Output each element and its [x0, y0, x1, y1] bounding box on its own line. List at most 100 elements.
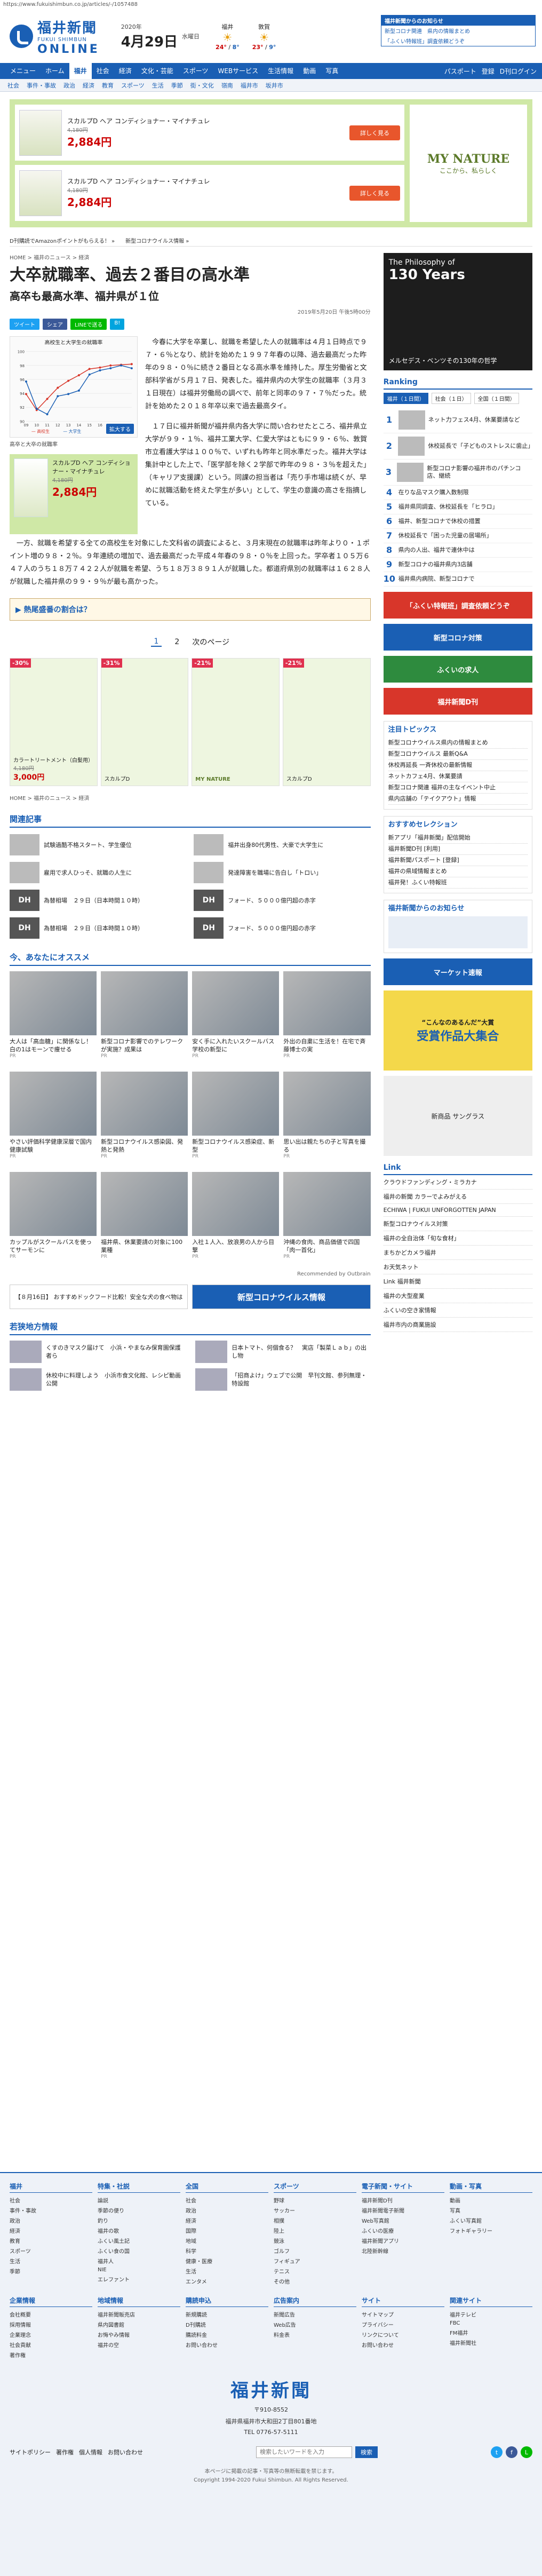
footer-search-input[interactable] [256, 2446, 352, 2458]
footer-column-link[interactable]: 福井新聞販売店 [98, 2309, 180, 2319]
related-item[interactable]: 発達障害を職場に告白し「トロい」 [194, 861, 370, 884]
site-logo[interactable]: 福井新聞 FUKUI SHIMBUN ONLINE [10, 17, 100, 56]
topics-link[interactable]: 休校再延長 一斉休校の最新情報 [388, 760, 528, 771]
footer-column-link[interactable]: 新聞広告 [274, 2309, 356, 2319]
nav-menu[interactable]: メニュー [5, 63, 41, 79]
footer-column-link[interactable]: 動画 [450, 2195, 532, 2205]
recommend-item[interactable]: 沖縄の食肉、商品価値で四国「肉一首化」 PR [283, 1172, 371, 1268]
footer-column-link[interactable]: テニス [274, 2266, 356, 2276]
subnav-item[interactable]: スポーツ [121, 81, 145, 90]
footer-column-title[interactable]: 購読申込 [186, 2296, 268, 2307]
dogfood-banner[interactable]: 【８月16日】 おすすめドックフード比較！安全な犬の食べ物は [10, 1285, 188, 1309]
footer-column-link[interactable]: ふくい風土記 [98, 2236, 180, 2246]
external-link[interactable]: クラウドファンディング・ミラカナ [383, 1175, 532, 1190]
footer-column-link[interactable]: 福井の歌 [98, 2225, 180, 2236]
grid-ad-item[interactable]: -30% カラートリートメント（白髪用） 4,180円 3,000円 [10, 658, 98, 786]
footer-column-title[interactable]: 特集・社説 [98, 2182, 180, 2193]
nav-video[interactable]: 動画 [298, 63, 321, 79]
hatena-bookmark-button[interactable]: B! [110, 319, 125, 330]
footer-column-link[interactable]: 社会 [10, 2195, 92, 2205]
footer-column-link[interactable]: その他 [274, 2276, 356, 2286]
twitter-icon[interactable]: t [491, 2446, 503, 2458]
footer-column-link[interactable]: 競泳 [274, 2236, 356, 2246]
footer-column-title[interactable]: 広告案内 [274, 2296, 356, 2307]
footer-link[interactable]: サイトポリシー [10, 2448, 51, 2456]
footer-column-link[interactable]: 福井テレビ [450, 2309, 532, 2319]
subnav-item[interactable]: 嶺南 [221, 81, 233, 90]
reco-link[interactable]: 福井発！ふくい特報班 [388, 877, 528, 889]
topics-link[interactable]: 新型コロナ関連 福井の主なイベント中止 [388, 782, 528, 794]
related-item[interactable]: DH フォード、５０００億円超の赤字 [194, 916, 370, 940]
footer-column-link[interactable]: 採用情報 [10, 2319, 92, 2329]
sidebar-notice-banner[interactable]: 「ふくい特報班」調査依頼どうぞ [383, 592, 532, 619]
footer-column-link[interactable]: 科学 [186, 2246, 268, 2256]
footer-column-link[interactable]: プライバシー [362, 2319, 444, 2329]
footer-column-link[interactable]: ふくい写真館 [450, 2215, 532, 2225]
topics-link[interactable]: 新型コロナウイルス県内の情報まとめ [388, 738, 528, 749]
footer-column-link[interactable]: 企業理念 [10, 2329, 92, 2340]
footer-column-link[interactable]: 国際 [186, 2225, 268, 2236]
latest-item[interactable]: 「招商よけ」ウェブで公開 早刊文館、参列無理・特設館 [195, 1368, 370, 1391]
external-link[interactable]: お天気ネット [383, 1260, 532, 1274]
top-ad-banner[interactable]: スカルプD ヘア コンディショナー・マイナチュレ 4,180円 2,884円 詳… [10, 99, 532, 227]
related-item[interactable]: 福井出身80代男性、大豪で大学生に [194, 833, 370, 857]
recommend-item[interactable]: 大人は「高血糖」に関係なし！白の1はモーンで痩せる PR [10, 971, 97, 1067]
ranking-item[interactable]: 2 休校延長で「子どものストレスに歯止」 [383, 433, 533, 459]
footer-column-title[interactable]: 企業情報 [10, 2296, 92, 2307]
sidebar-ad-mercedes[interactable]: The Philosophy of 130 Years メルセデス・ベンツその1… [383, 253, 532, 370]
award-banner[interactable]: “こんなのあるんだ”大賞 受賞作品大集合 [383, 990, 532, 1071]
corona-info-banner[interactable]: 新型コロナウイルス情報 [192, 1285, 371, 1309]
footer-column-link[interactable]: サイトマップ [362, 2309, 444, 2319]
ranking-item[interactable]: 8 県内の人出、福井で連休中は [383, 543, 532, 558]
ranking-item[interactable]: 4 在りな品マスク購入数制限 [383, 486, 532, 500]
related-question-box[interactable]: ▶ 熱尾盛番の割合は？ [10, 598, 371, 621]
footer-column-title[interactable]: 福井 [10, 2182, 92, 2193]
dkan-login-link[interactable]: D刊ログイン [500, 67, 537, 76]
breadcrumb-item[interactable]: 経済 [78, 796, 89, 802]
related-item[interactable]: 試験過酷不格スタート、学生優位 [10, 833, 186, 857]
subnav-item[interactable]: 事件・事故 [27, 81, 56, 90]
ranking-item[interactable]: 3 新型コロナ影響の福井市のパチンコ店、継続 [383, 459, 532, 486]
footer-column-link[interactable]: 教育 [10, 2236, 92, 2246]
breadcrumb-item[interactable]: HOME [10, 796, 26, 802]
reco-link[interactable]: 福井新聞パスポート [登録] [388, 855, 528, 866]
footer-column-link[interactable]: 釣り [98, 2215, 180, 2225]
url-bar[interactable]: https://www.fukuishimbun.co.jp/articles/… [0, 0, 542, 10]
external-link[interactable]: 福井市内の商業施設 [383, 1318, 532, 1332]
footer-column-link[interactable]: NIE [98, 2266, 180, 2274]
nav-photo[interactable]: 写真 [321, 63, 343, 79]
footer-search-button[interactable]: 検索 [355, 2446, 378, 2458]
footer-column-link[interactable]: 写真 [450, 2205, 532, 2215]
footer-column-link[interactable]: 福井新聞D刊 [362, 2195, 444, 2205]
footer-column-link[interactable]: Web広告 [274, 2319, 356, 2329]
footer-column-link[interactable]: 季節 [10, 2266, 92, 2276]
nav-society[interactable]: 社会 [92, 63, 114, 79]
footer-column-link[interactable]: サッカー [274, 2205, 356, 2215]
related-item[interactable]: DH 為替相場 ２９日（日本時間１０時） [10, 916, 186, 940]
external-link[interactable]: 福井の大型産業 [383, 1289, 532, 1303]
outbrain-label[interactable]: Recommended by Outbrain [10, 1271, 371, 1277]
breadcrumb-item[interactable]: HOME [10, 255, 26, 261]
ad-detail-button[interactable]: 詳しく見る [349, 125, 400, 140]
sidebar-banner[interactable]: 福井新聞D刊 [383, 688, 532, 715]
external-link[interactable]: Link 福井新聞 [383, 1274, 532, 1289]
next-page-link[interactable]: 次のページ [192, 637, 229, 647]
footer-column-link[interactable]: 料金表 [274, 2329, 356, 2340]
footer-column-link[interactable]: 相撲 [274, 2215, 356, 2225]
footer-logo[interactable]: 福井新聞 〒910-8552 福井県福井市大和田2丁目801番地 TEL 077… [10, 2376, 532, 2436]
subnav-item[interactable]: 街・文化 [190, 81, 214, 90]
footer-column-link[interactable]: 福井新聞電子新聞 [362, 2205, 444, 2215]
footer-link[interactable]: 著作権 [56, 2448, 74, 2456]
footer-column-link[interactable]: 季節の便り [98, 2205, 180, 2215]
footer-column-link[interactable]: 政治 [10, 2215, 92, 2225]
recommend-item[interactable]: 新型コロナウイルス感染症、新型 PR [192, 1072, 280, 1168]
footer-column-link[interactable]: お問い合わせ [362, 2340, 444, 2350]
footer-column-link[interactable]: 生活 [186, 2266, 268, 2276]
ranking-item[interactable]: 6 福井、新型コロナで休校の措置 [383, 514, 532, 529]
breadcrumb-item[interactable]: 福井のニュース [34, 796, 71, 802]
external-link[interactable]: 福井の新聞 カラーでよみがえる [383, 1190, 532, 1204]
footer-column-title[interactable]: 電子新聞・サイト [362, 2182, 444, 2193]
notice-link[interactable]: 新型コロナ関連 県内の情報まとめ [381, 26, 535, 36]
external-link[interactable]: まちかどカメラ福井 [383, 1246, 532, 1260]
sidebar-banner[interactable]: 新型コロナ対策 [383, 624, 532, 651]
